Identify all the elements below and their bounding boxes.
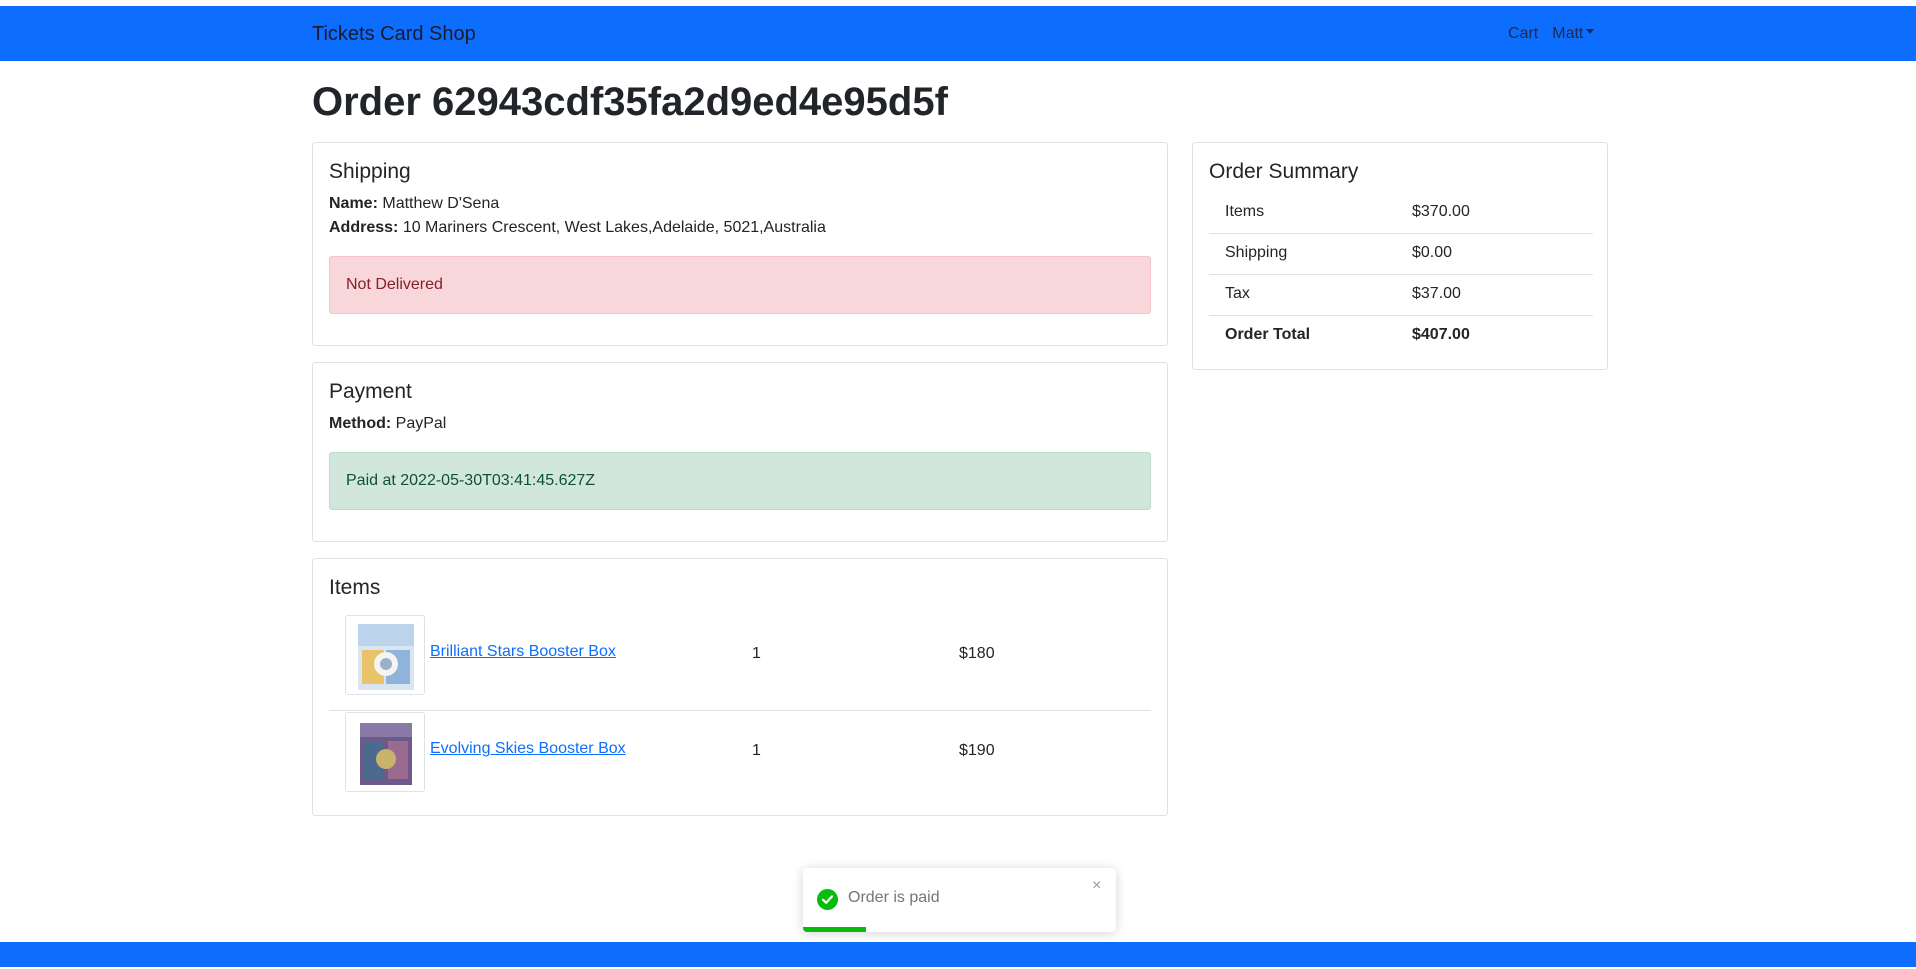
payment-status-text: Paid at 2022-05-30T03:41:45.627Z (346, 472, 596, 489)
payment-method-value: PayPal (395, 415, 447, 432)
product-image (345, 712, 425, 792)
summary-label: Items (1225, 203, 1265, 220)
brand-link[interactable]: Tickets Card Shop (312, 23, 476, 46)
summary-row-items: Items $370.00 (1209, 193, 1593, 234)
summary-value: $37.00 (1412, 285, 1461, 302)
summary-row-total: Order Total $407.00 (1209, 316, 1593, 357)
shipping-address-label: Address: (329, 219, 399, 236)
order-summary-card: Order Summary Items $370.00 Shipping $0.… (1192, 142, 1608, 370)
payment-heading: Payment (329, 380, 412, 403)
item-price: $190 (959, 742, 995, 759)
item-quantity: 1 (752, 645, 761, 662)
navbar: Tickets Card Shop Cart Matt (0, 6, 1916, 61)
summary-label: Tax (1225, 285, 1250, 302)
order-summary-heading: Order Summary (1209, 160, 1359, 183)
shipping-name-value: Matthew D'Sena (382, 195, 500, 212)
product-link[interactable]: Evolving Skies Booster Box (430, 740, 626, 758)
footer (0, 942, 1916, 967)
summary-value: $0.00 (1412, 244, 1453, 261)
summary-row-shipping: Shipping $0.00 (1209, 234, 1593, 275)
product-image (345, 615, 425, 695)
delivery-status-alert: Not Delivered (329, 256, 1151, 314)
summary-label: Shipping (1225, 244, 1288, 261)
check-circle-icon (817, 889, 838, 910)
payment-status-alert: Paid at 2022-05-30T03:41:45.627Z (329, 452, 1151, 510)
delivery-status-text: Not Delivered (346, 276, 443, 293)
nav-right: Cart Matt (1508, 25, 1595, 43)
page-title: Order 62943cdf35fa2d9ed4e95d5f (312, 80, 948, 124)
shipping-name-label: Name: (329, 195, 378, 212)
payment-method-label: Method: (329, 415, 392, 432)
close-icon[interactable]: × (1092, 877, 1101, 895)
shipping-address: Address: 10 Mariners Crescent, West Lake… (329, 216, 826, 240)
items-heading: Items (329, 576, 381, 599)
chevron-down-icon (1586, 29, 1595, 35)
shipping-card: Shipping Name: Matthew D'Sena Address: 1… (312, 142, 1168, 346)
shipping-address-value: 10 Mariners Crescent, West Lakes,Adelaid… (402, 219, 826, 236)
payment-card: Payment Method: PayPal Paid at 2022-05-3… (312, 362, 1168, 542)
user-dropdown-label: Matt (1552, 25, 1584, 42)
payment-method: Method: PayPal (329, 412, 446, 436)
summary-value: $407.00 (1412, 326, 1470, 343)
summary-row-tax: Tax $37.00 (1209, 275, 1593, 316)
items-card: Items Brilliant Stars Booster Box 1 $180 (312, 558, 1168, 816)
toast-message: Order is paid (848, 889, 940, 906)
toast-progress-bar (803, 927, 866, 932)
summary-label: Order Total (1225, 326, 1311, 343)
user-dropdown[interactable]: Matt (1552, 25, 1595, 43)
cart-link[interactable]: Cart (1508, 25, 1538, 43)
toast-notification: Order is paid × (803, 868, 1116, 932)
product-link[interactable]: Brilliant Stars Booster Box (430, 643, 616, 661)
item-quantity: 1 (752, 742, 761, 759)
summary-value: $370.00 (1412, 203, 1470, 220)
list-item: Evolving Skies Booster Box 1 $190 (329, 712, 1151, 808)
list-item: Brilliant Stars Booster Box 1 $180 (329, 615, 1151, 711)
shipping-heading: Shipping (329, 160, 411, 183)
item-price: $180 (959, 645, 995, 662)
shipping-name: Name: Matthew D'Sena (329, 192, 499, 216)
